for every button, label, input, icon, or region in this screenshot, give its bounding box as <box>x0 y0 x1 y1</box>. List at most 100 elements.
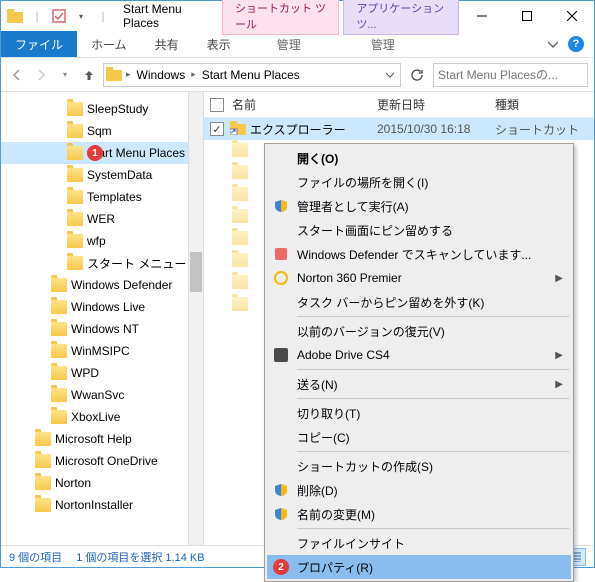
tab-view[interactable]: 表示 <box>193 31 245 57</box>
tree-item[interactable]: WPD <box>1 362 195 384</box>
qat-separator: | <box>29 8 45 24</box>
folder-icon <box>67 212 83 226</box>
tree-item[interactable]: wfp <box>1 230 195 252</box>
tab-manage-app[interactable]: 管理 <box>357 31 409 57</box>
scrollbar-thumb[interactable] <box>190 252 202 292</box>
chevron-right-icon[interactable]: ▸ <box>189 69 198 80</box>
column-name[interactable]: 名前 <box>232 96 377 113</box>
column-date[interactable]: 更新日時 <box>377 96 495 113</box>
ctx-copy[interactable]: コピー(C) <box>267 425 571 449</box>
tree-item[interactable]: Windows NT <box>1 318 195 340</box>
tree-scrollbar[interactable] <box>188 92 204 546</box>
ctx-pin-start[interactable]: スタート画面にピン留めする <box>267 218 571 242</box>
tree-item[interactable]: スタート メニュー <box>1 252 195 274</box>
search-box[interactable] <box>433 63 588 87</box>
breadcrumb-dropdown-icon[interactable] <box>382 71 398 79</box>
tree-item[interactable]: Windows Defender <box>1 274 195 296</box>
history-dropdown[interactable]: ▾ <box>55 65 75 85</box>
tree-item-label: WinMSIPC <box>71 344 130 358</box>
folder-icon <box>35 476 51 490</box>
tab-share[interactable]: 共有 <box>141 31 193 57</box>
ctx-adobe-drive[interactable]: Adobe Drive CS4 ▶ <box>267 343 571 367</box>
search-input[interactable] <box>438 68 583 82</box>
breadcrumb-segment[interactable]: Start Menu Places <box>200 68 302 82</box>
tree-item[interactable]: 1Start Menu Places <box>1 142 195 164</box>
minimize-button[interactable] <box>459 1 504 31</box>
tree-item[interactable]: WER <box>1 208 195 230</box>
tree-item-label: Windows Live <box>71 300 145 314</box>
ctx-open-location[interactable]: ファイルの場所を開く(I) <box>267 170 571 194</box>
tree-item-label: Windows NT <box>71 322 139 336</box>
tree-item[interactable]: WinMSIPC <box>1 340 195 362</box>
submenu-arrow-icon: ▶ <box>555 379 563 390</box>
tree-item[interactable]: Microsoft Help <box>1 428 195 450</box>
help-icon[interactable]: ? <box>568 36 584 52</box>
tree-item[interactable]: SystemData <box>1 164 195 186</box>
ctx-run-as-admin[interactable]: 管理者として実行(A) <box>267 194 571 218</box>
tree-item[interactable]: Norton <box>1 472 195 494</box>
ctx-open[interactable]: 開く(O) <box>267 146 571 170</box>
ctx-defender-scan[interactable]: Windows Defender でスキャンしています... <box>267 242 571 266</box>
close-button[interactable] <box>549 1 594 31</box>
nav-tree[interactable]: SleepStudy Sqm1Start Menu Places SystemDat… <box>1 92 196 546</box>
row-checkbox[interactable]: ✓ <box>210 122 224 136</box>
tab-file[interactable]: ファイル <box>1 31 77 57</box>
chevron-right-icon[interactable]: ▸ <box>124 69 133 80</box>
breadcrumb-segment[interactable]: Windows <box>135 68 188 82</box>
folder-icon <box>67 102 83 116</box>
maximize-button[interactable] <box>504 1 549 31</box>
up-button[interactable] <box>79 65 99 85</box>
row-date: 2015/10/30 16:18 <box>377 122 495 136</box>
status-selection: 1 個の項目を選択 1.14 KB <box>76 549 204 565</box>
folder-icon <box>67 124 83 138</box>
contextual-tab-group: ショートカット ツール アプリケーション ツ... <box>222 0 459 35</box>
tree-item-label: SleepStudy <box>87 102 148 116</box>
ctx-rename[interactable]: 名前の変更(M) <box>267 502 571 526</box>
tree-item[interactable]: Windows Live <box>1 296 195 318</box>
ctx-send-to[interactable]: 送る(N)▶ <box>267 372 571 396</box>
contextual-tab-application[interactable]: アプリケーション ツ... <box>343 0 459 35</box>
ribbon: ファイル ホーム 共有 表示 管理 管理 ? <box>1 31 594 58</box>
tree-item-label: XboxLive <box>71 410 120 424</box>
tree-item[interactable]: Sqm <box>1 120 195 142</box>
ctx-cut[interactable]: 切り取り(T) <box>267 401 571 425</box>
tree-item[interactable]: NortonInstaller <box>1 494 195 516</box>
back-button[interactable] <box>7 65 27 85</box>
refresh-button[interactable] <box>405 63 429 87</box>
list-item-selected[interactable]: ✓ エクスプローラー 2015/10/30 16:18 ショートカット <box>196 118 594 140</box>
ctx-norton[interactable]: Norton 360 Premier ▶ <box>267 266 571 290</box>
submenu-arrow-icon: ▶ <box>555 350 563 361</box>
select-all-checkbox[interactable] <box>210 98 224 112</box>
expand-ribbon-icon[interactable] <box>548 39 558 49</box>
tab-home[interactable]: ホーム <box>77 31 141 57</box>
folder-icon <box>67 234 83 248</box>
folder-icon <box>51 388 67 402</box>
ctx-create-shortcut[interactable]: ショートカットの作成(S) <box>267 454 571 478</box>
tree-item[interactable]: SleepStudy <box>1 98 195 120</box>
ctx-separator <box>297 398 569 399</box>
forward-button[interactable] <box>31 65 51 85</box>
tree-item[interactable]: WwanSvc <box>1 384 195 406</box>
tree-item[interactable]: Microsoft OneDrive <box>1 450 195 472</box>
ctx-properties[interactable]: 2 プロパティ(R) <box>267 555 571 579</box>
ctx-separator <box>297 451 569 452</box>
properties-qat-icon[interactable] <box>51 8 67 24</box>
breadcrumb[interactable]: ▸ Windows ▸ Start Menu Places <box>103 63 401 87</box>
tree-item[interactable]: Templates <box>1 186 195 208</box>
qat-dropdown-icon[interactable]: ▾ <box>73 8 89 24</box>
submenu-arrow-icon: ▶ <box>555 273 563 284</box>
column-type[interactable]: 種類 <box>495 96 594 113</box>
callout-badge-1: 1 <box>87 145 103 161</box>
ctx-delete[interactable]: 削除(D) <box>267 478 571 502</box>
folder-icon <box>51 344 67 358</box>
navbar: ▾ ▸ Windows ▸ Start Menu Places <box>1 58 594 92</box>
ctx-previous-versions[interactable]: 以前のバージョンの復元(V) <box>267 319 571 343</box>
ctx-unpin-taskbar[interactable]: タスク バーからピン留めを外す(K) <box>267 290 571 314</box>
contextual-tab-shortcut[interactable]: ショートカット ツール <box>222 0 339 35</box>
window-title: Start Menu Places <box>117 2 206 30</box>
tree-item-label: SystemData <box>87 168 152 182</box>
ctx-file-insight[interactable]: ファイルインサイト <box>267 531 571 555</box>
row-type: ショートカット <box>495 121 594 138</box>
tab-manage-shortcut[interactable]: 管理 <box>263 31 315 57</box>
tree-item[interactable]: XboxLive <box>1 406 195 428</box>
